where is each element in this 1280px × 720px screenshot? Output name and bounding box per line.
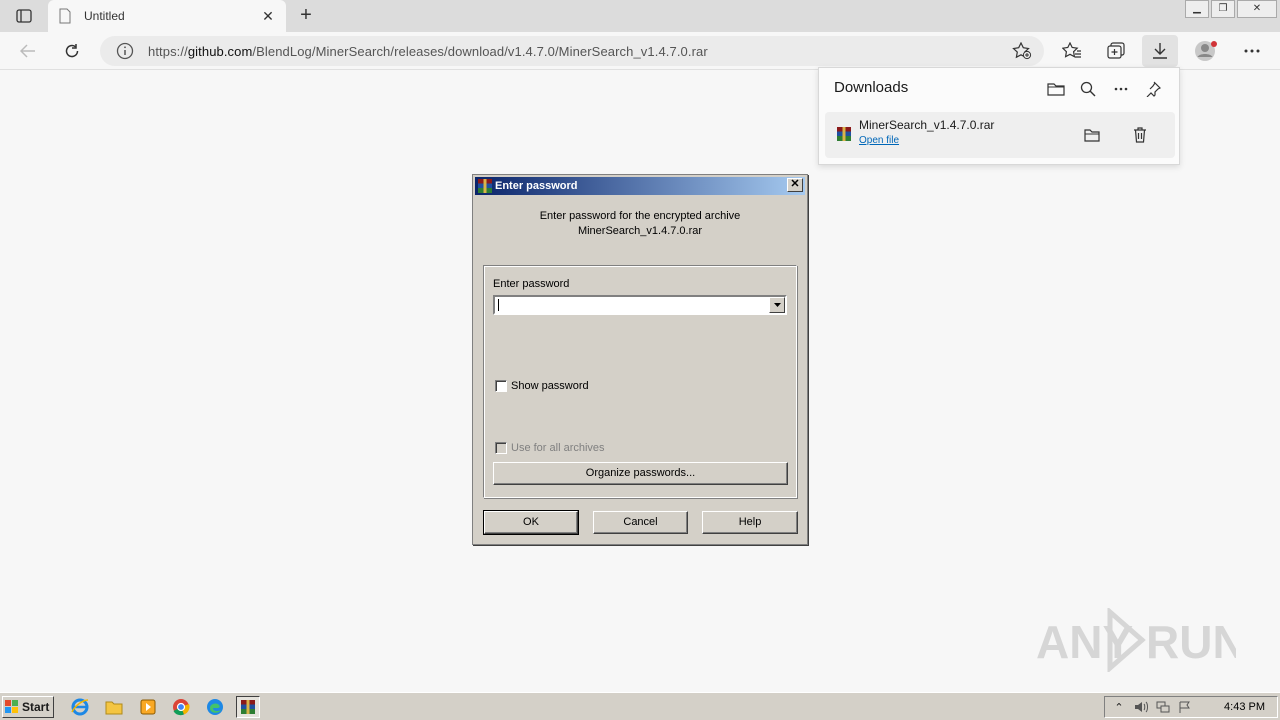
use-for-all-checkbox [495,442,507,454]
tab-actions-icon[interactable] [8,5,40,27]
back-icon[interactable] [14,37,42,65]
more-menu-icon[interactable] [1238,37,1266,65]
restore-icon[interactable]: ❐ [1211,0,1235,18]
cancel-button[interactable]: Cancel [593,511,688,534]
password-label: Enter password [493,278,570,290]
search-downloads-icon[interactable] [1077,78,1099,100]
windows-logo-icon [5,700,18,713]
url-text: https://github.com/BlendLog/MinerSearch/… [148,43,708,59]
file-explorer-icon[interactable] [102,696,126,718]
edge-icon[interactable] [203,696,227,718]
tab-title: Untitled [84,9,125,23]
winrar-icon [478,179,492,193]
download-filename: MinerSearch_v1.4.7.0.rar [859,118,995,132]
taskbar: Start ⌃ 4:43 PM [0,692,1280,720]
anyrun-watermark-logo: ANY RUN [1036,608,1236,672]
internet-explorer-icon[interactable] [68,696,92,718]
open-file-link[interactable]: Open file [859,135,899,146]
tab-untitled[interactable]: Untitled ✕ [48,0,286,32]
show-password-label: Show password [511,380,589,392]
rar-file-icon [837,127,851,141]
profile-avatar-icon[interactable] [1192,37,1220,65]
downloads-panel: Downloads MinerSearch_v1.4.7.0.rar Open … [818,67,1180,165]
favorites-icon[interactable] [1058,37,1086,65]
enter-password-dialog: Enter password ✕ Enter password for the … [472,174,808,545]
tab-close-icon[interactable]: ✕ [260,8,276,25]
site-info-icon[interactable] [116,42,134,60]
pin-icon[interactable] [1142,78,1164,100]
dialog-close-icon[interactable]: ✕ [787,178,803,192]
tab-strip: Untitled ✕ + ▁ ❐ ✕ [0,0,1280,32]
dialog-message: Enter password for the encrypted archive… [539,210,741,237]
text-caret [498,299,499,311]
password-input[interactable] [493,295,787,315]
add-favorite-icon[interactable] [1012,42,1032,60]
minimize-icon[interactable]: ▁ [1185,0,1209,18]
new-tab-button[interactable]: + [294,4,318,28]
page-icon [59,8,71,24]
navigation-bar: https://github.com/BlendLog/MinerSearch/… [0,32,1280,70]
downloads-icon[interactable] [1142,35,1178,67]
delete-icon[interactable] [1129,124,1151,146]
address-bar[interactable]: https://github.com/BlendLog/MinerSearch/… [100,36,1044,66]
organize-passwords-button[interactable]: Organize passwords... [493,462,788,485]
downloads-more-icon[interactable] [1110,78,1132,100]
system-tray: ⌃ 4:43 PM [1104,696,1278,718]
dialog-titlebar[interactable]: Enter password ✕ [475,177,805,195]
open-folder-icon[interactable] [1045,78,1067,100]
use-for-all-label: Use for all archives [511,442,605,454]
ok-button[interactable]: OK [483,510,579,535]
close-window-icon[interactable]: ✕ [1237,0,1277,18]
media-player-icon[interactable] [136,696,160,718]
password-dropdown-icon[interactable] [769,297,785,313]
start-label: Start [22,700,50,714]
window-controls: ▁ ❐ ✕ [1183,0,1277,18]
collections-icon[interactable] [1102,37,1130,65]
volume-icon[interactable] [1133,699,1149,715]
dialog-title: Enter password [495,180,578,192]
password-group: Enter password Show password Use for all… [483,265,797,498]
tray-expand-icon[interactable]: ⌃ [1111,699,1127,715]
action-center-flag-icon[interactable] [1177,699,1193,715]
downloads-title: Downloads [834,79,909,96]
download-item[interactable]: MinerSearch_v1.4.7.0.rar Open file [825,112,1175,158]
chrome-icon[interactable] [169,696,193,718]
start-button[interactable]: Start [2,696,54,718]
clock[interactable]: 4:43 PM [1224,701,1265,713]
show-in-folder-icon[interactable] [1081,124,1103,146]
refresh-icon[interactable] [58,37,86,65]
svg-text:RUN: RUN [1146,616,1236,668]
show-password-checkbox[interactable] [495,380,507,392]
winrar-taskbar-icon[interactable] [236,696,260,718]
network-icon[interactable] [1155,699,1171,715]
help-button[interactable]: Help [702,511,798,534]
